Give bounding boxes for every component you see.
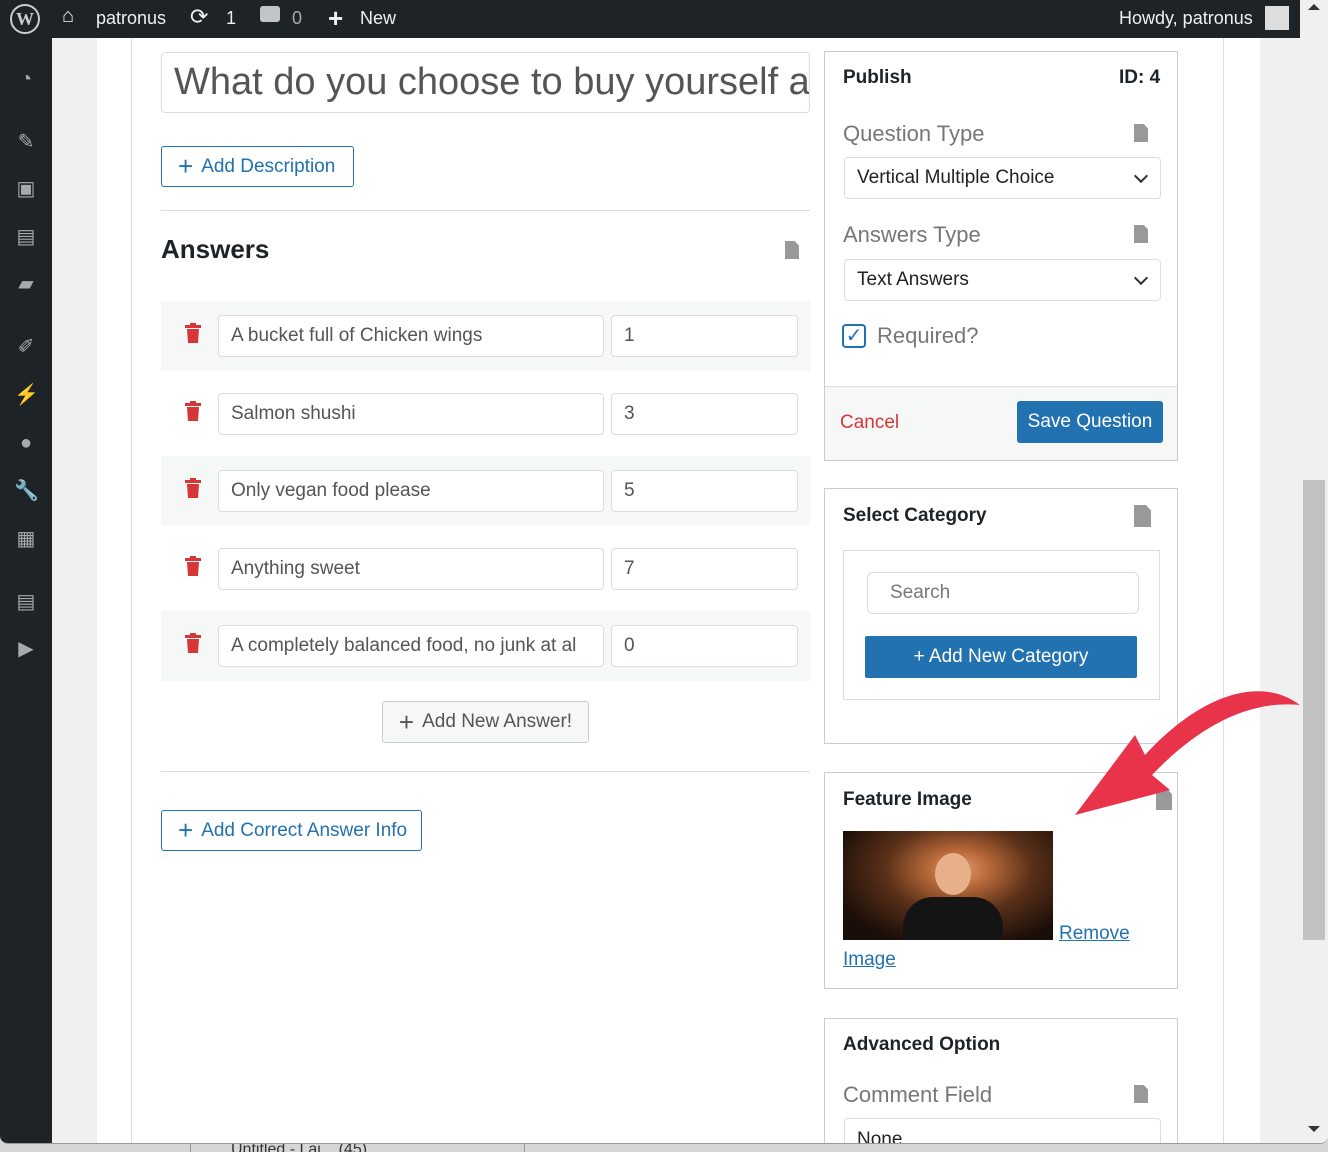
publish-title: Publish [843, 67, 912, 88]
settings-icon[interactable]: ▦ [14, 528, 38, 550]
chevron-down-icon [1133, 1139, 1149, 1143]
answer-row: Salmon shushi 3 [161, 378, 810, 449]
trash-icon[interactable] [185, 633, 201, 653]
question-type-select[interactable]: Vertical Multiple Choice [844, 157, 1161, 199]
plus-icon: + [398, 706, 415, 737]
taskbar-item[interactable]: Untitled - Lai... (45) [190, 1144, 525, 1152]
help-doc-icon[interactable] [1134, 1085, 1148, 1103]
browser-window: W ⌂ patronus ⟳ 1 0 + New Howdy, patronus… [0, 0, 1328, 1144]
remove-image-link-wrap[interactable]: Image [843, 949, 896, 971]
question-id: ID: 4 [1119, 67, 1161, 88]
answer-text-input[interactable]: A bucket full of Chicken wings [218, 315, 604, 357]
comment-field-label: Comment Field [843, 1082, 993, 1107]
category-title: Select Category [843, 505, 987, 526]
answer-points-input[interactable]: 7 [611, 547, 798, 590]
plus-icon[interactable]: + [328, 3, 343, 34]
home-icon[interactable]: ⌂ [62, 5, 74, 28]
help-doc-icon[interactable] [785, 241, 799, 259]
required-label: Required? [877, 323, 979, 348]
divider [161, 771, 810, 772]
trash-icon[interactable] [185, 478, 201, 498]
answer-row: A completely balanced food, no junk at a… [161, 611, 810, 681]
remove-image-link[interactable]: Remove [1059, 923, 1130, 945]
trash-icon[interactable] [185, 400, 201, 421]
chevron-down-icon [1133, 270, 1149, 286]
answer-points-input[interactable]: 0 [611, 625, 798, 667]
help-doc-icon[interactable] [1134, 505, 1151, 527]
chevron-down-icon [1133, 168, 1149, 184]
wordpress-logo-icon[interactable]: W [10, 4, 40, 34]
scrollbar[interactable] [1300, 0, 1328, 1143]
answer-text-input[interactable]: Only vegan food please [218, 470, 604, 512]
required-checkbox[interactable]: ✓ [842, 324, 866, 348]
help-doc-icon[interactable] [1134, 124, 1148, 142]
answer-row: Anything sweet 7 [161, 533, 810, 604]
comments-count[interactable]: 0 [292, 8, 302, 29]
appearance-icon[interactable]: ✐ [14, 336, 38, 358]
tools-icon[interactable]: 🔧 [14, 480, 39, 502]
feature-image-thumbnail [843, 831, 1053, 940]
save-question-button[interactable]: Save Question [1017, 401, 1163, 443]
answer-row: Only vegan food please 5 [161, 456, 810, 526]
howdy-user[interactable]: Howdy, patronus [1119, 8, 1253, 29]
pages-icon[interactable]: ▤ [14, 226, 38, 248]
answers-heading: Answers [161, 234, 270, 264]
answer-points-input[interactable]: 1 [611, 315, 798, 357]
plus-icon: + [178, 815, 194, 845]
answer-text-input[interactable]: Salmon shushi [218, 392, 604, 435]
add-correct-answer-info-button[interactable]: + Add Correct Answer Info [161, 810, 422, 851]
divider [161, 210, 810, 211]
trash-icon[interactable] [185, 323, 201, 343]
advanced-option-title: Advanced Option [843, 1034, 1001, 1055]
admin-bar: W ⌂ patronus ⟳ 1 0 + New Howdy, patronus [0, 0, 1300, 38]
posts-icon[interactable]: ✎ [14, 131, 38, 153]
answer-points-input[interactable]: 5 [611, 470, 798, 512]
cancel-link[interactable]: Cancel [840, 412, 899, 434]
avatar[interactable] [1265, 6, 1289, 30]
question-title-input[interactable]: What do you choose to buy yourself a [161, 52, 810, 113]
answer-text-input[interactable]: A completely balanced food, no junk at a… [218, 625, 604, 667]
add-new-answer-button[interactable]: + Add New Answer! [382, 701, 589, 743]
answers-type-select[interactable]: Text Answers [844, 259, 1161, 301]
help-doc-icon[interactable] [1134, 225, 1148, 243]
comments-menu-icon[interactable]: ▰ [14, 273, 38, 295]
updates-icon[interactable]: ⟳ [190, 4, 208, 30]
comments-icon[interactable] [260, 6, 280, 22]
scroll-up-arrow[interactable] [1308, 4, 1320, 10]
answer-text-input[interactable]: Anything sweet [218, 547, 604, 590]
trash-icon[interactable] [185, 555, 201, 576]
dashboard-icon[interactable]: ◔ [14, 68, 38, 90]
new-link[interactable]: New [360, 8, 396, 29]
answer-row: A bucket full of Chicken wings 1 [161, 301, 810, 371]
scroll-thumb[interactable] [1303, 480, 1325, 940]
add-description-button[interactable]: + Add Description [161, 146, 354, 187]
red-arrow-annotation [1075, 691, 1300, 815]
plugins-icon[interactable]: ⚡ [14, 384, 39, 406]
question-type-label: Question Type [843, 121, 985, 146]
feature-image-title: Feature Image [843, 789, 972, 810]
comment-field-select[interactable]: None [844, 1118, 1161, 1143]
add-new-category-button[interactable]: + Add New Category [865, 636, 1137, 678]
answer-points-input[interactable]: 3 [611, 392, 798, 435]
media-icon[interactable]: ▣ [14, 178, 38, 200]
plus-icon: + [178, 151, 194, 181]
admin-sidebar: ◔ ✎ ▣ ▤ ▰ ✐ ⚡ ● 🔧 ▦ ▤ ▶ [0, 38, 52, 1143]
answers-type-label: Answers Type [843, 222, 981, 247]
site-name-link[interactable]: patronus [96, 8, 166, 29]
category-search-input[interactable]: Search [867, 572, 1139, 614]
play-icon[interactable]: ▶ [14, 638, 38, 660]
quiz-icon[interactable]: ▤ [14, 591, 38, 613]
users-icon[interactable]: ● [14, 432, 38, 454]
scroll-down-arrow[interactable] [1308, 1126, 1320, 1132]
updates-count[interactable]: 1 [226, 8, 236, 29]
